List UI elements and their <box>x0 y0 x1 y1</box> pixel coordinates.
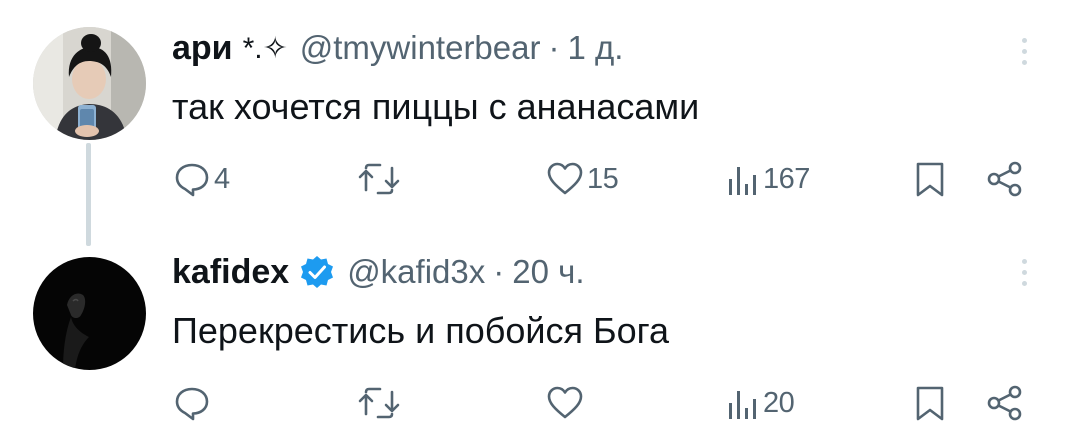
retweet-button[interactable] <box>356 380 404 426</box>
more-icon[interactable] <box>1012 259 1036 286</box>
heart-icon <box>545 159 585 199</box>
bookmark-icon <box>912 159 948 199</box>
avatar[interactable] <box>33 257 146 370</box>
heart-icon <box>545 383 585 423</box>
tweet-timestamp[interactable]: 1 д. <box>567 29 623 67</box>
display-name[interactable]: kafidex <box>172 253 289 292</box>
tweet-actions: 4 15 167 <box>0 156 1079 202</box>
user-handle[interactable]: @kafid3x <box>347 253 485 291</box>
verified-badge-icon <box>299 254 335 290</box>
like-button[interactable]: 15 <box>545 156 619 202</box>
bookmark-button[interactable] <box>912 156 948 202</box>
tweet-header: ари *.✧ @tmywinterbear · 1 д. <box>172 26 623 70</box>
tweet-header: kafidex @kafid3x · 20 ч. <box>172 250 585 294</box>
display-name[interactable]: ари <box>172 29 233 68</box>
bookmark-button[interactable] <box>912 380 948 426</box>
views-button[interactable]: 20 <box>725 380 795 426</box>
bookmark-icon <box>912 383 948 423</box>
share-button[interactable] <box>985 380 1025 426</box>
like-button[interactable] <box>545 380 587 426</box>
user-handle[interactable]: @tmywinterbear <box>300 29 541 67</box>
tweet[interactable]: ари *.✧ @tmywinterbear · 1 д. так хочетс… <box>0 0 1079 230</box>
name-decoration: *.✧ <box>242 31 288 65</box>
separator-dot: · <box>548 29 560 66</box>
views-button[interactable]: 167 <box>725 156 810 202</box>
avatar[interactable] <box>33 27 146 140</box>
tweet[interactable]: kafidex @kafid3x · 20 ч. Перекрестись и … <box>0 232 1079 443</box>
view-count: 167 <box>763 162 810 195</box>
reply-icon <box>172 159 212 199</box>
reply-button[interactable]: 4 <box>172 156 230 202</box>
retweet-icon <box>356 159 402 199</box>
tweet-text: так хочется пиццы с ананасами <box>172 86 700 127</box>
share-icon <box>985 383 1025 423</box>
tweet-timestamp[interactable]: 20 ч. <box>512 253 584 291</box>
more-icon[interactable] <box>1012 38 1036 65</box>
reply-button[interactable] <box>172 380 214 426</box>
retweet-icon <box>356 383 402 423</box>
share-button[interactable] <box>985 156 1025 202</box>
view-count: 20 <box>763 386 795 419</box>
tweet-actions: 20 <box>0 380 1079 426</box>
tweet-text: Перекрестись и побойся Бога <box>172 310 669 351</box>
reply-icon <box>172 383 212 423</box>
like-count: 15 <box>587 162 619 195</box>
share-icon <box>985 159 1025 199</box>
separator-dot: · <box>493 253 505 290</box>
views-icon <box>725 383 761 423</box>
views-icon <box>725 159 761 199</box>
reply-count: 4 <box>214 162 230 195</box>
retweet-button[interactable] <box>356 156 404 202</box>
